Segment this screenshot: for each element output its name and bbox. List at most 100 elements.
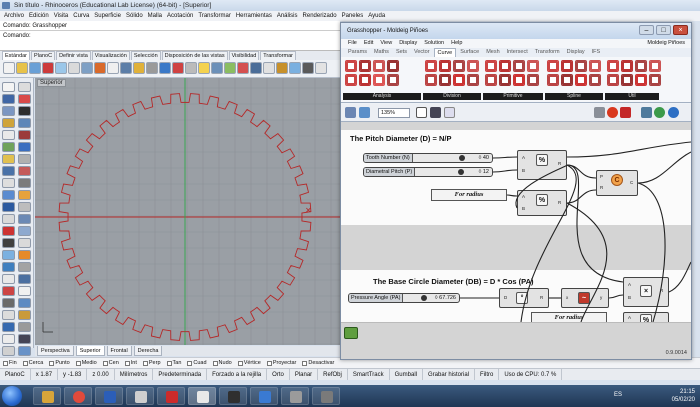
sidebar-tool-icon[interactable] <box>18 322 31 332</box>
viewport-tab[interactable]: Superior <box>75 346 105 356</box>
menu-item[interactable]: Renderizado <box>303 11 337 21</box>
gh-menu-item[interactable]: File <box>348 39 357 48</box>
menu-item[interactable]: Superficie <box>94 11 121 21</box>
sidebar-tool-icon[interactable] <box>2 298 15 308</box>
sidebar-tool-icon[interactable] <box>18 286 31 296</box>
menu-item[interactable]: Visita <box>54 11 69 21</box>
toolbar-tool-icon[interactable] <box>81 62 93 74</box>
sidebar-tool-icon[interactable] <box>18 334 31 344</box>
named-views-icon[interactable] <box>430 107 441 118</box>
menu-item[interactable]: Herramientas <box>236 11 272 21</box>
status-filter[interactable]: Filtro <box>475 369 500 380</box>
viewport-tab[interactable]: Derecha <box>133 346 163 356</box>
curve-component-icon[interactable] <box>589 74 601 86</box>
osnap-toggle[interactable]: Desactivar <box>302 358 334 368</box>
curve-component-icon[interactable] <box>453 60 465 72</box>
viewport-tab[interactable]: Frontal <box>106 346 132 356</box>
preview-selected-icon[interactable] <box>607 107 618 118</box>
preview-shaded-icon[interactable] <box>594 107 605 118</box>
checkbox[interactable] <box>187 360 193 366</box>
osnap-toggle[interactable]: Proyectar <box>266 358 296 368</box>
checkbox[interactable] <box>102 360 108 366</box>
menu-item[interactable]: Curva <box>73 11 89 21</box>
gh-menu-item[interactable]: View <box>380 39 392 48</box>
ribbon-group-caption[interactable]: Util <box>605 93 659 100</box>
preview-toggle-icon[interactable] <box>344 327 358 339</box>
osnap-toggle[interactable]: Int <box>124 358 137 368</box>
taskbar-rhino[interactable] <box>188 387 216 405</box>
sketch-icon[interactable] <box>444 107 455 118</box>
osnap-toggle[interactable]: Nudo <box>212 358 232 368</box>
sidebar-tool-icon[interactable] <box>18 178 31 188</box>
osnap-toggle[interactable]: Medio <box>75 358 97 368</box>
gh-tab[interactable]: Params <box>345 48 370 57</box>
toolbar-tool-icon[interactable] <box>185 62 197 74</box>
checkbox[interactable] <box>166 360 172 366</box>
menu-item[interactable]: Transformar <box>198 11 230 21</box>
sidebar-tool-icon[interactable] <box>18 118 31 128</box>
toolbar-tool-icon[interactable] <box>289 62 301 74</box>
status-refobj[interactable]: RefObj <box>318 369 348 380</box>
gh-tab[interactable]: Transform <box>532 48 563 57</box>
status-gumball[interactable]: Gumball <box>390 369 423 380</box>
curve-component-icon[interactable] <box>345 60 357 72</box>
osnap-toggle[interactable]: Perp <box>142 358 161 368</box>
toolbar-tool-icon[interactable] <box>29 62 41 74</box>
gh-tab[interactable]: Curve <box>433 48 457 57</box>
toolbar-tool-icon[interactable] <box>133 62 145 74</box>
sidebar-tool-icon[interactable] <box>2 154 15 164</box>
sidebar-tool-icon[interactable] <box>18 346 31 356</box>
minimize-button[interactable]: – <box>639 25 654 35</box>
point-marker[interactable]: ✕ <box>305 206 312 215</box>
status-smarttrack[interactable]: SmartTrack <box>348 369 390 380</box>
sidebar-tool-icon[interactable] <box>18 274 31 284</box>
ribbon-group-caption[interactable]: Analysis <box>343 93 421 100</box>
taskbar-grasshopper[interactable] <box>219 387 247 405</box>
status-history[interactable]: Grabar historial <box>423 369 475 380</box>
curve-component-icon[interactable] <box>513 60 525 72</box>
viewport-top[interactable]: ✕ Superior <box>35 78 340 345</box>
curve-component-icon[interactable] <box>621 60 633 72</box>
viewport-label[interactable]: Superior <box>37 79 66 87</box>
osnap-toggle[interactable]: Vértice <box>237 358 261 368</box>
toolbar-tab[interactable]: Definir vista <box>56 51 91 60</box>
gh-menu-item[interactable]: Display <box>399 39 417 48</box>
sidebar-tool-icon[interactable] <box>18 238 31 248</box>
curve-component-icon[interactable] <box>575 60 587 72</box>
start-button-icon[interactable] <box>2 386 22 406</box>
checkbox[interactable] <box>266 360 272 366</box>
toolbar-tool-icon[interactable] <box>94 62 106 74</box>
curve-component-icon[interactable] <box>453 74 465 86</box>
curve-component-icon[interactable] <box>485 60 497 72</box>
gh-tab[interactable]: IFS <box>589 48 604 57</box>
sidebar-tool-icon[interactable] <box>2 286 15 296</box>
sidebar-tool-icon[interactable] <box>2 250 15 260</box>
menu-item[interactable]: Sólido <box>126 11 143 21</box>
toolbar-tab[interactable]: Estándar <box>2 51 31 60</box>
taskbar-word[interactable] <box>95 387 123 405</box>
command-prompt[interactable]: Comando: <box>0 31 340 51</box>
curve-component-icon[interactable] <box>387 74 399 86</box>
save-icon[interactable] <box>359 107 370 118</box>
curve-component-icon[interactable] <box>467 60 479 72</box>
checkbox[interactable] <box>49 360 55 366</box>
curve-component-icon[interactable] <box>561 60 573 72</box>
toolbar-tool-icon[interactable] <box>315 62 327 74</box>
curve-component-icon[interactable] <box>373 60 385 72</box>
sidebar-tool-icon[interactable] <box>2 214 15 224</box>
close-button[interactable]: × <box>673 25 688 35</box>
curve-component-icon[interactable] <box>439 74 451 86</box>
curve-component-icon[interactable] <box>499 74 511 86</box>
taskbar-app[interactable] <box>250 387 278 405</box>
menu-item[interactable]: Malla <box>148 11 162 21</box>
curve-component-icon[interactable] <box>527 60 539 72</box>
gh-tab[interactable]: Maths <box>371 48 392 57</box>
toolbar-tool-icon[interactable] <box>120 62 132 74</box>
sidebar-tool-icon[interactable] <box>2 94 15 104</box>
status-plane[interactable]: PlanoC <box>0 369 31 380</box>
osnap-toggle[interactable]: Fin <box>3 358 17 368</box>
sidebar-tool-icon[interactable] <box>2 310 15 320</box>
curve-component-icon[interactable] <box>527 74 539 86</box>
sidebar-tool-icon[interactable] <box>18 214 31 224</box>
curve-component-icon[interactable] <box>359 74 371 86</box>
